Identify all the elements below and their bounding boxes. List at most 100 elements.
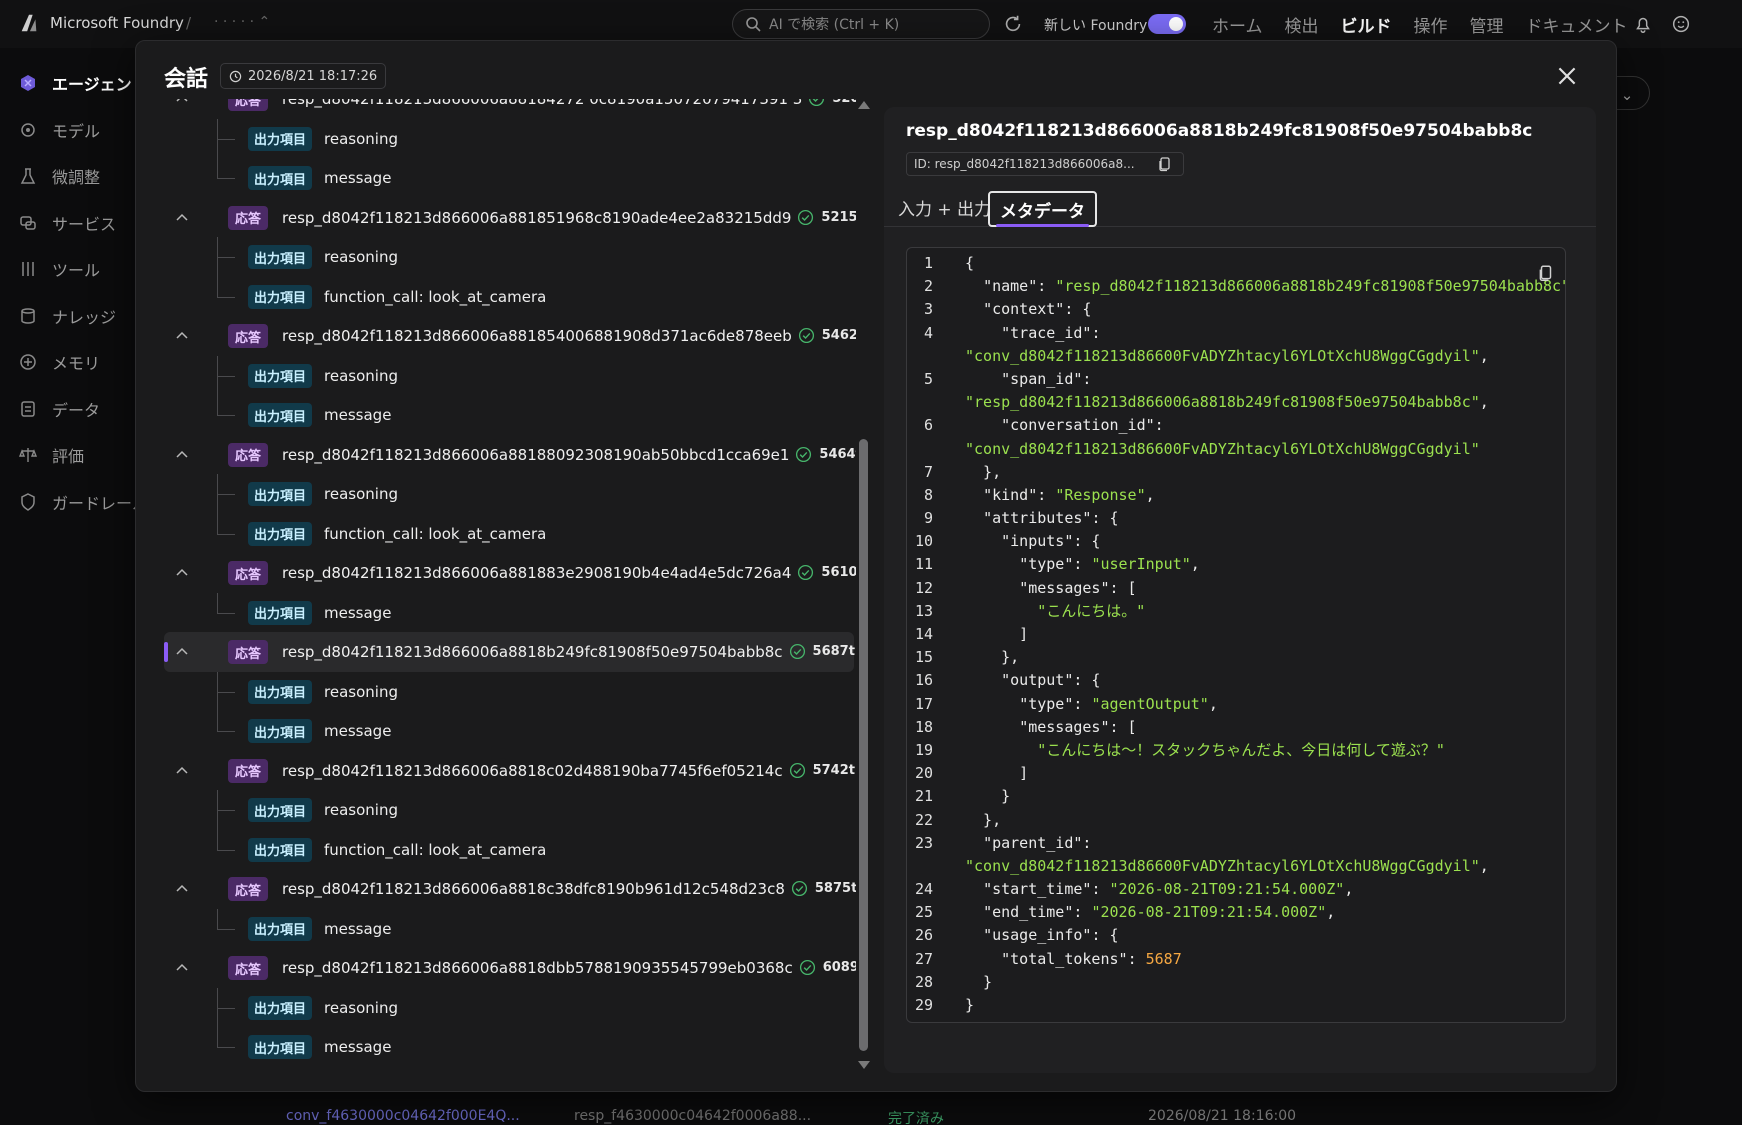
tree-connector — [217, 533, 235, 535]
chevron-up-icon[interactable] — [174, 328, 190, 344]
output-item-row[interactable]: 出力項目 function_call: look_at_camera — [248, 830, 546, 870]
line-text: ] — [965, 625, 1029, 643]
response-row[interactable]: 応答 resp_d8042f118213d866006a881883e290819… — [164, 553, 856, 593]
output-item-tag: 出力項目 — [248, 1035, 313, 1059]
output-item-row[interactable]: 出力項目 reasoning — [248, 474, 398, 514]
json-code-line: 22 }, — [907, 809, 1565, 832]
output-item-row[interactable]: 出力項目 reasoning — [248, 237, 398, 277]
output-item-row[interactable]: 出力項目 function_call: look_at_camera — [248, 277, 546, 317]
output-item-row[interactable]: 出力項目 message — [248, 909, 391, 949]
token-count: 5875t — [814, 881, 856, 896]
line-text: } — [965, 972, 993, 991]
brand[interactable]: Microsoft Foundry — [18, 12, 184, 34]
line-text: "output": { — [1001, 671, 1101, 690]
line-text: "conv_d8042f118213d86600FvADYZhtacyl6YLO… — [965, 856, 1489, 875]
response-row[interactable]: 応答 resp_d8042f118213d866006a88184272 0c81… — [164, 99, 856, 119]
output-item-row[interactable]: 出力項目 message — [248, 711, 391, 751]
line-text: "messages": [ — [1019, 578, 1137, 597]
chevron-up-icon[interactable] — [174, 960, 190, 976]
line-number: 4 — [923, 323, 933, 342]
response-row[interactable]: 応答 resp_d8042f118213d866006a8818b249fc819… — [164, 632, 855, 672]
sidebar-item-evaluation[interactable]: 評価 — [0, 432, 135, 479]
bell-icon[interactable] — [1632, 13, 1654, 35]
sidebar-item-data[interactable]: データ — [0, 386, 135, 433]
tree-connector — [217, 375, 235, 377]
chevron-up-icon[interactable] — [174, 210, 190, 226]
line-text: "parent_id": — [983, 833, 1092, 852]
evaluation-icon — [18, 448, 38, 463]
tree-line — [217, 355, 218, 415]
copy-json-icon[interactable] — [1537, 264, 1555, 282]
project-selector[interactable]: · · · · · ⌃ — [214, 14, 270, 30]
line-number: 27 — [914, 949, 933, 968]
new-foundry-toggle[interactable] — [1148, 14, 1186, 34]
output-item-tag: 出力項目 — [248, 245, 313, 269]
scroll-up-arrow[interactable] — [858, 101, 870, 109]
feedback-smiley-icon[interactable] — [1670, 13, 1692, 35]
sidebar-item-services[interactable]: サービス — [0, 200, 135, 247]
output-item-label: message — [324, 603, 392, 622]
output-item-row[interactable]: 出力項目 reasoning — [248, 672, 398, 712]
response-row[interactable]: 応答 resp_d8042f118213d866006a8818809230819… — [164, 435, 856, 475]
output-item-row[interactable]: 出力項目 reasoning — [248, 119, 398, 159]
nav-home[interactable]: ホーム — [1212, 12, 1263, 37]
sidebar-item-guardrails[interactable]: ガードレール — [0, 479, 148, 526]
output-item-row[interactable]: 出力項目 message — [248, 158, 391, 198]
nav-docs[interactable]: ドキュメント — [1526, 12, 1628, 37]
chevron-up-icon[interactable] — [174, 565, 190, 581]
tree-line — [217, 790, 218, 850]
output-item-row[interactable]: 出力項目 message — [248, 1027, 391, 1067]
json-code-line: 26 "usage_info": { — [907, 924, 1565, 947]
output-item-row[interactable]: 出力項目 reasoning — [248, 988, 398, 1028]
output-item-row[interactable]: 出力項目 function_call: look_at_camera — [248, 514, 546, 554]
output-item-row[interactable]: 出力項目 reasoning — [248, 356, 398, 396]
response-row[interactable]: 応答 resp_d8042f118213d866006a8818c38dfc819… — [164, 869, 856, 909]
tree-connector — [217, 494, 235, 495]
sidebar-item-tools[interactable]: ツール — [0, 246, 135, 293]
tab-metadata[interactable]: メタデータ — [988, 191, 1097, 227]
line-number: 7 — [923, 462, 933, 481]
sidebar: エージェント モデル 微調整 サービス ツール ナレッジ メモリ データ 評価 … — [0, 60, 148, 526]
chevron-up-icon[interactable] — [174, 99, 190, 107]
tab-input-output[interactable]: 入力 + 出力 — [898, 195, 991, 220]
sidebar-item-agents[interactable]: エージェント — [0, 60, 148, 107]
chevron-up-icon[interactable] — [174, 644, 190, 660]
nav-operate[interactable]: 操作 — [1414, 12, 1448, 37]
nav-build[interactable]: ビルド — [1341, 12, 1392, 37]
output-item-row[interactable]: 出力項目 reasoning — [248, 790, 398, 830]
chevron-up-icon[interactable] — [174, 763, 190, 779]
output-item-label: message — [324, 1038, 392, 1056]
sidebar-item-knowledge[interactable]: ナレッジ — [0, 293, 135, 340]
chevron-up-icon[interactable] — [174, 881, 190, 897]
refresh-icon[interactable] — [1002, 13, 1024, 35]
model-icon — [21, 123, 35, 137]
scroll-down-arrow[interactable] — [858, 1061, 870, 1069]
tree-line — [217, 671, 218, 731]
output-item-row[interactable]: 出力項目 message — [248, 395, 391, 435]
output-item-label: message — [324, 722, 392, 740]
json-code-line: 4 "trace_id": — [907, 322, 1565, 345]
response-row[interactable]: 応答 resp_d8042f118213d866006a8818c02d48819… — [164, 751, 855, 791]
response-row[interactable]: 応答 resp_d8042f118213d866006a8818dbb578819… — [164, 948, 856, 988]
line-text: }, — [965, 462, 1002, 481]
sidebar-item-finetune[interactable]: 微調整 — [0, 153, 135, 200]
output-item-row[interactable]: 出力項目 message — [248, 593, 391, 633]
response-tag: 応答 — [228, 956, 269, 980]
close-icon[interactable] — [1554, 63, 1580, 89]
nav-manage[interactable]: 管理 — [1470, 12, 1504, 37]
nav-discover[interactable]: 検出 — [1285, 12, 1319, 37]
copy-id-icon[interactable] — [1157, 156, 1173, 172]
token-count: 5742t — [812, 762, 855, 778]
sidebar-item-models[interactable]: モデル — [0, 107, 135, 154]
response-row[interactable]: 応答 resp_d8042f118213d866006a8818540068819… — [164, 316, 856, 356]
search-input[interactable]: AI で検索 (Ctrl + K) — [732, 9, 990, 39]
line-text: "conversation_id": — [1001, 416, 1164, 435]
response-row[interactable]: 応答 resp_d8042f118213d866006a881851968c819… — [164, 198, 856, 238]
sidebar-item-memory[interactable]: メモリ — [0, 339, 135, 386]
tree-connector — [217, 928, 235, 930]
timestamp-badge: 2026/8/21 18:17:26 — [220, 63, 387, 89]
chevron-up-icon[interactable] — [174, 447, 190, 463]
json-code-line: 7 }, — [907, 461, 1565, 484]
line-number — [907, 855, 933, 878]
scrollbar-thumb[interactable] — [859, 439, 868, 1051]
